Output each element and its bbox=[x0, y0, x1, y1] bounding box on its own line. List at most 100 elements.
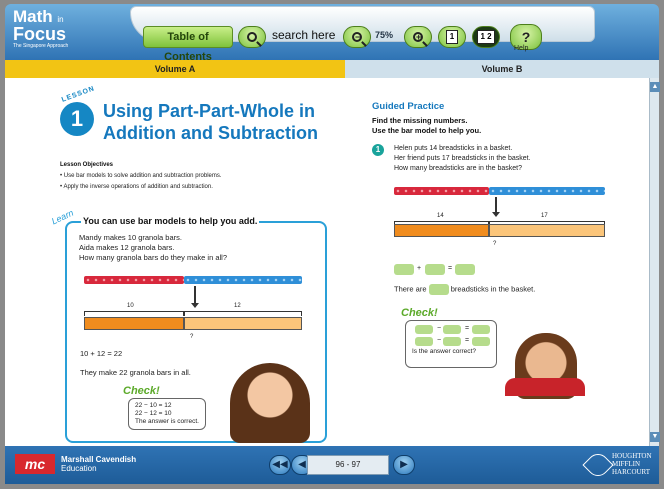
bar-whole-label: ? bbox=[493, 241, 497, 247]
marshall-cavendish-logo: mc bbox=[15, 454, 55, 474]
answer-box[interactable] bbox=[394, 264, 414, 275]
arrow-down-icon bbox=[191, 286, 199, 308]
blue-counter-bar bbox=[489, 187, 605, 195]
check-line: 22 − 10 = 12 bbox=[135, 402, 172, 409]
publisher-line: Marshall Cavendish bbox=[61, 455, 137, 464]
instruction-line: Use the bar model to help you. bbox=[372, 126, 482, 135]
hmh-line: HARCOURT bbox=[612, 468, 651, 476]
double-page-view-button[interactable]: 1 2 bbox=[472, 26, 500, 48]
lesson-number-badge: 1 bbox=[60, 102, 94, 136]
question-line: Her friend puts 17 breadsticks in the ba… bbox=[394, 155, 531, 162]
single-page-icon: 1 bbox=[446, 30, 458, 44]
learn-problem: Mandy makes 10 granola bars. Aida makes … bbox=[79, 233, 227, 263]
search-input[interactable]: search here bbox=[272, 28, 335, 42]
plus-sign: + bbox=[417, 265, 422, 272]
double-page-icon: 1 2 bbox=[477, 30, 495, 44]
bar-part-label: 17 bbox=[541, 213, 548, 219]
question-line: How many breadsticks are in the basket? bbox=[394, 165, 523, 172]
answer-box[interactable] bbox=[472, 325, 490, 334]
check-word: Check! bbox=[123, 385, 160, 397]
logo-in: in bbox=[57, 15, 64, 24]
learn-line: Aida makes 12 granola bars. bbox=[79, 243, 175, 252]
answer-box[interactable] bbox=[455, 264, 475, 275]
check-bubble: 22 − 10 = 12 22 − 12 = 10 The answer is … bbox=[128, 398, 206, 430]
magnifier-icon bbox=[247, 32, 257, 42]
first-page-button[interactable]: ◀◀ bbox=[269, 455, 291, 475]
tab-volume-b[interactable]: Volume B bbox=[345, 60, 659, 78]
objective-item: Apply the inverse operations of addition… bbox=[60, 184, 222, 190]
next-page-button[interactable]: ▶ bbox=[393, 455, 415, 475]
bar-model-part bbox=[84, 317, 184, 330]
zoom-out-icon: − bbox=[352, 32, 362, 42]
part-brace bbox=[84, 311, 184, 316]
tab-volume-a[interactable]: Volume A bbox=[5, 60, 345, 78]
red-counter-bar bbox=[394, 187, 489, 195]
answer-box[interactable] bbox=[425, 264, 445, 275]
book-page: LESSON 1 Using Part-Part-Whole in Additi… bbox=[5, 78, 649, 446]
instruction-line: Find the missing numbers. bbox=[372, 116, 468, 125]
publisher-line: Education bbox=[61, 464, 97, 473]
equals-sign: = bbox=[465, 325, 470, 332]
question-line: Helen puts 14 breadsticks in a basket. bbox=[394, 145, 513, 152]
answer-box[interactable] bbox=[443, 325, 461, 334]
red-counter-bar bbox=[84, 276, 184, 284]
fill-before: There are bbox=[394, 284, 427, 294]
zoom-out-button[interactable]: − bbox=[343, 26, 371, 48]
logo-tagline: The Singapore Approach bbox=[13, 43, 69, 49]
question-mark-icon: ? bbox=[521, 29, 531, 45]
fill-after: breadsticks in the basket. bbox=[450, 284, 536, 294]
lesson-title: Using Part-Part-Whole in Addition and Su… bbox=[103, 101, 318, 143]
minus-sign: − bbox=[437, 325, 442, 332]
hmh-logo-text: HOUGHTON MIFFLIN HARCOURT bbox=[612, 452, 652, 476]
learn-answer: They make 22 granola bars in all. bbox=[80, 368, 191, 377]
learn-equation: 10 + 12 = 22 bbox=[80, 349, 123, 358]
guided-practice-heading: Guided Practice bbox=[372, 101, 445, 112]
bar-model-part bbox=[394, 224, 489, 237]
objectives-list: Use bar models to solve addition and sub… bbox=[60, 173, 222, 195]
bar-model-part bbox=[489, 224, 605, 237]
zoom-in-button[interactable]: + bbox=[404, 26, 432, 48]
check-line: 22 − 12 = 10 bbox=[135, 410, 172, 417]
hmh-line: MIFFLIN bbox=[612, 460, 641, 468]
volume-tabs: Volume A Volume B bbox=[5, 60, 659, 78]
bar-model-part bbox=[184, 317, 302, 330]
help-label: Help bbox=[514, 45, 529, 52]
check-bubble: − = − = Is the answer correct? bbox=[405, 320, 497, 368]
vertical-scrollbar[interactable]: ▲ ▼ bbox=[649, 78, 660, 446]
zoom-in-icon: + bbox=[413, 32, 423, 42]
zoom-level: 75% bbox=[375, 30, 394, 40]
bar-part-label: 14 bbox=[437, 213, 444, 219]
check-line: The answer is correct. bbox=[135, 418, 199, 425]
equals-sign: = bbox=[465, 337, 470, 344]
arrow-down-icon bbox=[492, 197, 500, 217]
check-word: Check! bbox=[401, 307, 438, 319]
bar-part-label: 12 bbox=[234, 303, 241, 309]
fill-in-sentence: There are breadsticks in the basket. bbox=[394, 284, 535, 295]
guided-instructions: Find the missing numbers. Use the bar mo… bbox=[372, 116, 481, 136]
single-page-view-button[interactable]: 1 bbox=[438, 26, 466, 48]
guided-question: Helen puts 14 breadsticks in a basket. H… bbox=[394, 144, 531, 174]
girl-photo bbox=[230, 363, 310, 443]
bottom-toolbar: mc Marshall Cavendish Education ◀◀ ◀ 96 … bbox=[5, 446, 659, 484]
equals-sign: = bbox=[448, 265, 453, 272]
answer-box[interactable] bbox=[472, 337, 490, 346]
scroll-up-icon[interactable]: ▲ bbox=[650, 82, 660, 92]
hmh-line: HOUGHTON bbox=[612, 452, 652, 460]
math-in-focus-logo: Math in Focus The Singapore Approach bbox=[13, 8, 68, 49]
answer-box[interactable] bbox=[443, 337, 461, 346]
logo-focus: Focus bbox=[13, 24, 67, 44]
answer-box[interactable] bbox=[415, 337, 433, 346]
lesson-word: LESSON bbox=[60, 85, 96, 104]
answer-box[interactable] bbox=[428, 284, 449, 295]
search-button[interactable] bbox=[238, 26, 266, 48]
question-number-badge: 1 bbox=[372, 144, 384, 156]
page-number-field[interactable]: 96 - 97 bbox=[307, 455, 389, 475]
learn-line: Mandy makes 10 granola bars. bbox=[79, 233, 182, 242]
minus-sign: − bbox=[437, 337, 442, 344]
hmh-logo-icon bbox=[582, 449, 614, 481]
answer-box[interactable] bbox=[415, 325, 433, 334]
table-of-contents-button[interactable]: Table of Contents bbox=[143, 26, 233, 63]
learn-title: You can use bar models to help you add. bbox=[81, 216, 260, 226]
scroll-down-icon[interactable]: ▼ bbox=[650, 432, 660, 442]
blue-counter-bar bbox=[184, 276, 302, 284]
